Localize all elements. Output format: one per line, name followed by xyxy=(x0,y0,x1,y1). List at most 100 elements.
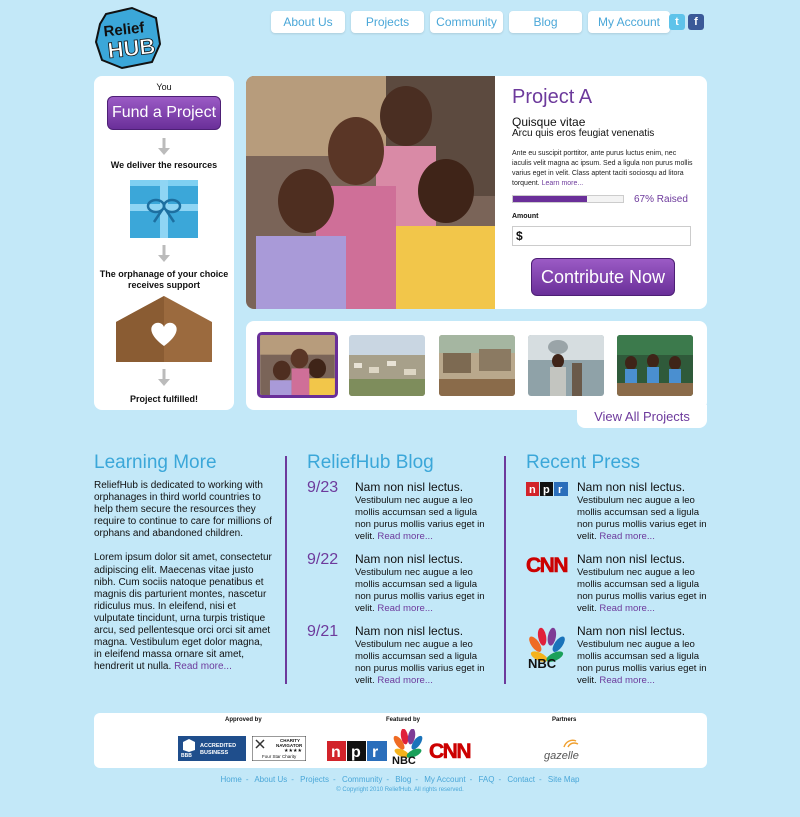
partners-label: Partners xyxy=(552,717,577,723)
svg-text:n: n xyxy=(331,744,341,761)
project-description: Ante eu suscipit porttitor, ante purus l… xyxy=(512,149,694,189)
featured-by-label: Featured by xyxy=(386,717,421,723)
nav-blog[interactable]: Blog xyxy=(509,11,582,33)
svg-text:ACCREDITED: ACCREDITED xyxy=(200,743,236,749)
footer-separator: - xyxy=(291,775,294,784)
facebook-icon[interactable]: f xyxy=(688,14,704,30)
footer-link-faq[interactable]: FAQ xyxy=(478,775,494,784)
twitter-icon[interactable]: t xyxy=(669,14,685,30)
press-entry-title[interactable]: Nam non nisl lectus. xyxy=(577,480,685,494)
footer-nav: Home - About Us - Projects - Community - Blo… xyxy=(0,775,800,784)
nbc-logo-icon: NBC xyxy=(528,627,565,669)
blog-entry-text: Vestibulum nec augue a leo mollis accums… xyxy=(355,639,487,687)
nav-projects[interactable]: Projects xyxy=(351,11,424,33)
footer-separator: - xyxy=(245,775,249,784)
svg-text:BUSINESS: BUSINESS xyxy=(200,750,228,756)
svg-text:HUB: HUB xyxy=(106,33,156,63)
step-you-label: You xyxy=(156,82,172,92)
project-thumbnail[interactable] xyxy=(617,335,693,396)
contribute-now-button[interactable]: Contribute Now xyxy=(531,258,675,296)
blog-read-more-link[interactable]: Read more... xyxy=(377,675,432,686)
gazelle-partner-logo[interactable]: gazelle xyxy=(542,737,586,763)
svg-text:r: r xyxy=(372,744,378,761)
footer-link-home[interactable]: Home xyxy=(221,775,242,784)
blog-entry-title[interactable]: Nam non nisl lectus. xyxy=(355,624,463,638)
press-entry-title[interactable]: Nam non nisl lectus. xyxy=(577,624,685,638)
step-orphanage-line2: receives support xyxy=(127,280,201,290)
column-divider xyxy=(285,456,287,684)
down-arrow-icon xyxy=(158,369,170,386)
svg-text:r: r xyxy=(558,484,563,496)
svg-text:gazelle: gazelle xyxy=(544,750,579,762)
funding-progress-bar xyxy=(512,195,624,203)
learning-para-1: ReliefHub is dedicated to working with o… xyxy=(94,480,272,540)
currency-prefix: $ xyxy=(516,229,523,243)
footer-link-contact[interactable]: Contact xyxy=(507,775,535,784)
approved-by-label: Approved by xyxy=(225,717,262,723)
column-divider xyxy=(504,456,506,684)
nav-about-us[interactable]: About Us xyxy=(271,11,345,33)
funding-progress-fill xyxy=(513,196,587,202)
svg-text:NBC: NBC xyxy=(392,755,416,765)
approvals-strip: Approved by Featured by Partners BBB ACC… xyxy=(94,713,707,768)
press-entry-title[interactable]: Nam non nisl lectus. xyxy=(577,552,685,566)
footer-link-community[interactable]: Community xyxy=(342,775,382,784)
footer-link-about-us[interactable]: About Us xyxy=(254,775,287,784)
footer-separator: - xyxy=(333,775,336,784)
featured-project: Project A Quisque vitae Arcu quis eros f… xyxy=(246,76,707,309)
step-orphanage-line1: The orphanage of your choice xyxy=(99,269,229,279)
amount-input[interactable]: $ xyxy=(512,226,691,246)
learning-para-2: Lorem ipsum dolor sit amet, consectetur … xyxy=(94,552,272,673)
charity-navigator-badge[interactable]: CHARITY NAVIGATOR ★★★★ Four Star Charity xyxy=(252,736,306,761)
project-thumbnail[interactable] xyxy=(528,335,604,396)
footer-separator: - xyxy=(469,775,473,784)
blog-entry-date: 9/22 xyxy=(307,551,339,568)
learning-more-text: ReliefHub is dedicated to working with o… xyxy=(94,480,272,685)
how-it-works-panel: You Fund a Project We deliver the resour… xyxy=(94,76,234,410)
footer-link-projects[interactable]: Projects xyxy=(300,775,329,784)
press-read-more-link[interactable]: Read more... xyxy=(599,603,654,614)
footer-link-my-account[interactable]: My Account xyxy=(424,775,465,784)
recent-press-heading: Recent Press xyxy=(526,452,641,473)
main-nav: About Us Projects Community Blog My Acco… xyxy=(271,11,670,33)
project-thumbnail[interactable] xyxy=(349,335,425,396)
footer-separator: - xyxy=(386,775,390,784)
featured-nbc-logo[interactable]: NBC xyxy=(391,729,425,765)
blog-entry-title[interactable]: Nam non nisl lectus. xyxy=(355,552,463,566)
featured-cnn-logo[interactable]: CNN xyxy=(429,738,473,762)
svg-text:n: n xyxy=(529,484,536,496)
footer-link-blog[interactable]: Blog xyxy=(395,775,411,784)
view-all-projects-link[interactable]: View All Projects xyxy=(577,405,707,428)
gift-box-icon xyxy=(130,180,198,238)
blog-entry-date: 9/23 xyxy=(307,479,339,496)
featured-npr-logo[interactable]: n p r xyxy=(327,741,387,761)
svg-text:NBC: NBC xyxy=(528,656,557,669)
project-thumbnails xyxy=(246,321,707,410)
project-thumbnail[interactable] xyxy=(257,332,338,398)
learning-read-more-link[interactable]: Read more... xyxy=(174,661,232,672)
blog-entry-date: 9/21 xyxy=(307,623,339,640)
svg-text:CNN: CNN xyxy=(429,740,470,762)
blog-read-more-link[interactable]: Read more... xyxy=(377,531,432,542)
reliefhub-logo[interactable]: Relief HUB xyxy=(92,4,164,70)
press-read-more-link[interactable]: Read more... xyxy=(599,675,654,686)
nav-community[interactable]: Community xyxy=(430,11,503,33)
house-heart-icon xyxy=(116,296,212,362)
raised-percent: 67% Raised xyxy=(634,194,688,205)
project-thumbnail[interactable] xyxy=(439,335,515,396)
blog-entry-text: Vestibulum nec augue a leo mollis accums… xyxy=(355,567,487,615)
press-read-more-link[interactable]: Read more... xyxy=(599,531,654,542)
project-subtitle: Quisque vitae xyxy=(512,115,586,129)
press-entry-text: Vestibulum nec augue a leo mollis accums… xyxy=(577,639,709,687)
step-deliver-label: We deliver the resources xyxy=(110,160,218,170)
svg-text:BBB: BBB xyxy=(181,753,192,759)
footer-link-site-map[interactable]: Site Map xyxy=(548,775,580,784)
nav-my-account[interactable]: My Account xyxy=(588,11,670,33)
blog-heading: ReliefHub Blog xyxy=(307,452,434,473)
blog-entry-title[interactable]: Nam non nisl lectus. xyxy=(355,480,463,494)
learn-more-link[interactable]: Learn more... xyxy=(542,180,584,187)
blog-read-more-link[interactable]: Read more... xyxy=(377,603,432,614)
fund-project-button[interactable]: Fund a Project xyxy=(107,96,221,130)
bbb-accredited-badge[interactable]: BBB ACCREDITED BUSINESS xyxy=(178,736,246,761)
footer-separator: - xyxy=(415,775,418,784)
